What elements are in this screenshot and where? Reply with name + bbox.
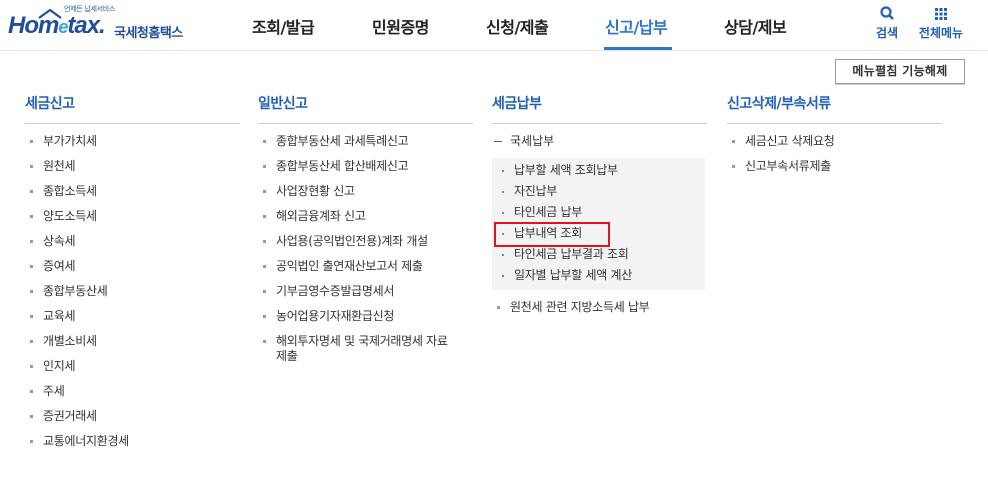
search-button[interactable]: 검색 bbox=[872, 4, 902, 41]
submenu-item[interactable]: 납부할 세액 조회납부 bbox=[492, 161, 705, 182]
menu-item[interactable]: 신고부속서류제출 bbox=[727, 157, 942, 182]
search-label: 검색 bbox=[875, 26, 899, 40]
group-national-tax-payment[interactable]: 국세납부 bbox=[492, 132, 707, 156]
menu-item[interactable]: 주세 bbox=[25, 382, 240, 407]
submenu-item[interactable]: 일자별 납부할 세액 계산 bbox=[492, 266, 705, 287]
search-icon bbox=[880, 6, 894, 20]
menu-item[interactable]: 세금신고 삭제요청 bbox=[727, 132, 942, 157]
submenu-item[interactable]: 타인세금 납부 bbox=[492, 203, 705, 224]
submenu-item[interactable]: 타인세금 납부결과 조회 bbox=[492, 245, 705, 266]
gnb-report-payment[interactable]: 신고/납부 bbox=[605, 14, 668, 38]
column-tax-report: 세금신고 부가가치세 원천세 종합소득세 양도소득세 상속세 증여세 종합부동산… bbox=[25, 92, 240, 457]
all-menu-label: 전체메뉴 bbox=[918, 26, 964, 40]
menu-item[interactable]: 해외투자명세 및 국제거래명세 자료 제출 bbox=[258, 332, 473, 370]
report-delete-list: 세금신고 삭제요청 신고부속서류제출 bbox=[727, 132, 942, 182]
menu-expand-toggle-button[interactable]: 메뉴펼침 기능해제 bbox=[835, 59, 965, 84]
hometax-logo[interactable]: 언제든 납세서비스 Hometax. 국세청홈택스 bbox=[8, 4, 193, 46]
column-title-general-report: 일반신고 bbox=[258, 92, 473, 124]
column-general-report: 일반신고 종합부동산세 과세특례신고 종합부동산세 합산배제신고 사업장현황 신… bbox=[258, 92, 473, 370]
menu-item[interactable]: 양도소득세 bbox=[25, 207, 240, 232]
menu-item[interactable]: 교통에너지환경세 bbox=[25, 432, 240, 457]
menu-item[interactable]: 종합부동산세 과세특례신고 bbox=[258, 132, 473, 157]
menu-item[interactable]: 종합부동산세 합산배제신고 bbox=[258, 157, 473, 182]
menu-item[interactable]: 원천세 bbox=[25, 157, 240, 182]
menu-item[interactable]: 인지세 bbox=[25, 357, 240, 382]
column-tax-payment: 세금납부 국세납부 납부할 세액 조회납부 자진납부 타인세금 납부 납부내역 … bbox=[492, 92, 707, 323]
menu-item[interactable]: 사업장현황 신고 bbox=[258, 182, 473, 207]
header: 언제든 납세서비스 Hometax. 국세청홈택스 조회/발급 민원증명 신청/… bbox=[0, 0, 988, 50]
menu-item[interactable]: 종합소득세 bbox=[25, 182, 240, 207]
menu-item[interactable]: 증권거래세 bbox=[25, 407, 240, 432]
menu-item[interactable]: 교육세 bbox=[25, 307, 240, 332]
group-label: 국세납부 bbox=[510, 134, 555, 148]
tax-report-list: 부가가치세 원천세 종합소득세 양도소득세 상속세 증여세 종합부동산세 교육세… bbox=[25, 132, 240, 457]
gnb-civil-certificate[interactable]: 민원증명 bbox=[372, 14, 429, 38]
menu-item[interactable]: 농어업용기자재환급신청 bbox=[258, 307, 473, 332]
gnb-lookup-issue[interactable]: 조회/발급 bbox=[252, 14, 315, 38]
submenu-item[interactable]: 자진납부 bbox=[492, 182, 705, 203]
menu-item[interactable]: 상속세 bbox=[25, 232, 240, 257]
menu-item[interactable]: 공익법인 출연재산보고서 제출 bbox=[258, 257, 473, 282]
general-report-list: 종합부동산세 과세특례신고 종합부동산세 합산배제신고 사업장현황 신고 해외금… bbox=[258, 132, 473, 370]
menu-item[interactable]: 개별소비세 bbox=[25, 332, 240, 357]
column-report-delete: 신고삭제/부속서류 세금신고 삭제요청 신고부속서류제출 bbox=[727, 92, 942, 182]
menu-item[interactable]: 종합부동산세 bbox=[25, 282, 240, 307]
submenu-item-payment-history[interactable]: 납부내역 조회 bbox=[492, 224, 705, 245]
submenu-box: 납부할 세액 조회납부 자진납부 타인세금 납부 납부내역 조회 타인세금 납부… bbox=[492, 158, 705, 290]
menu-item[interactable]: 해외금융계좌 신고 bbox=[258, 207, 473, 232]
header-divider bbox=[0, 50, 988, 51]
collapse-dash-icon bbox=[494, 141, 502, 142]
column-title-tax-report: 세금신고 bbox=[25, 92, 240, 124]
tax-payment-extra-list: 원천세 관련 지방소득세 납부 bbox=[492, 298, 707, 323]
gnb-apply-submit[interactable]: 신청/제출 bbox=[486, 14, 549, 38]
column-title-tax-payment: 세금납부 bbox=[492, 92, 707, 124]
gnb-consult-report[interactable]: 상담/제보 bbox=[724, 14, 787, 38]
logo-service-name: 국세청홈택스 bbox=[114, 26, 183, 41]
grid-icon bbox=[935, 8, 947, 20]
menu-item[interactable]: 증여세 bbox=[25, 257, 240, 282]
menu-item[interactable]: 부가가치세 bbox=[25, 132, 240, 157]
menu-item[interactable]: 원천세 관련 지방소득세 납부 bbox=[492, 298, 707, 323]
column-title-report-delete: 신고삭제/부속서류 bbox=[727, 92, 942, 124]
menu-item[interactable]: 기부금영수증발급명세서 bbox=[258, 282, 473, 307]
all-menu-button[interactable]: 전체메뉴 bbox=[914, 4, 968, 41]
logo-wordmark: Hometax. bbox=[8, 12, 106, 39]
menu-item[interactable]: 사업용(공익법인전용)계좌 개설 bbox=[258, 232, 473, 257]
